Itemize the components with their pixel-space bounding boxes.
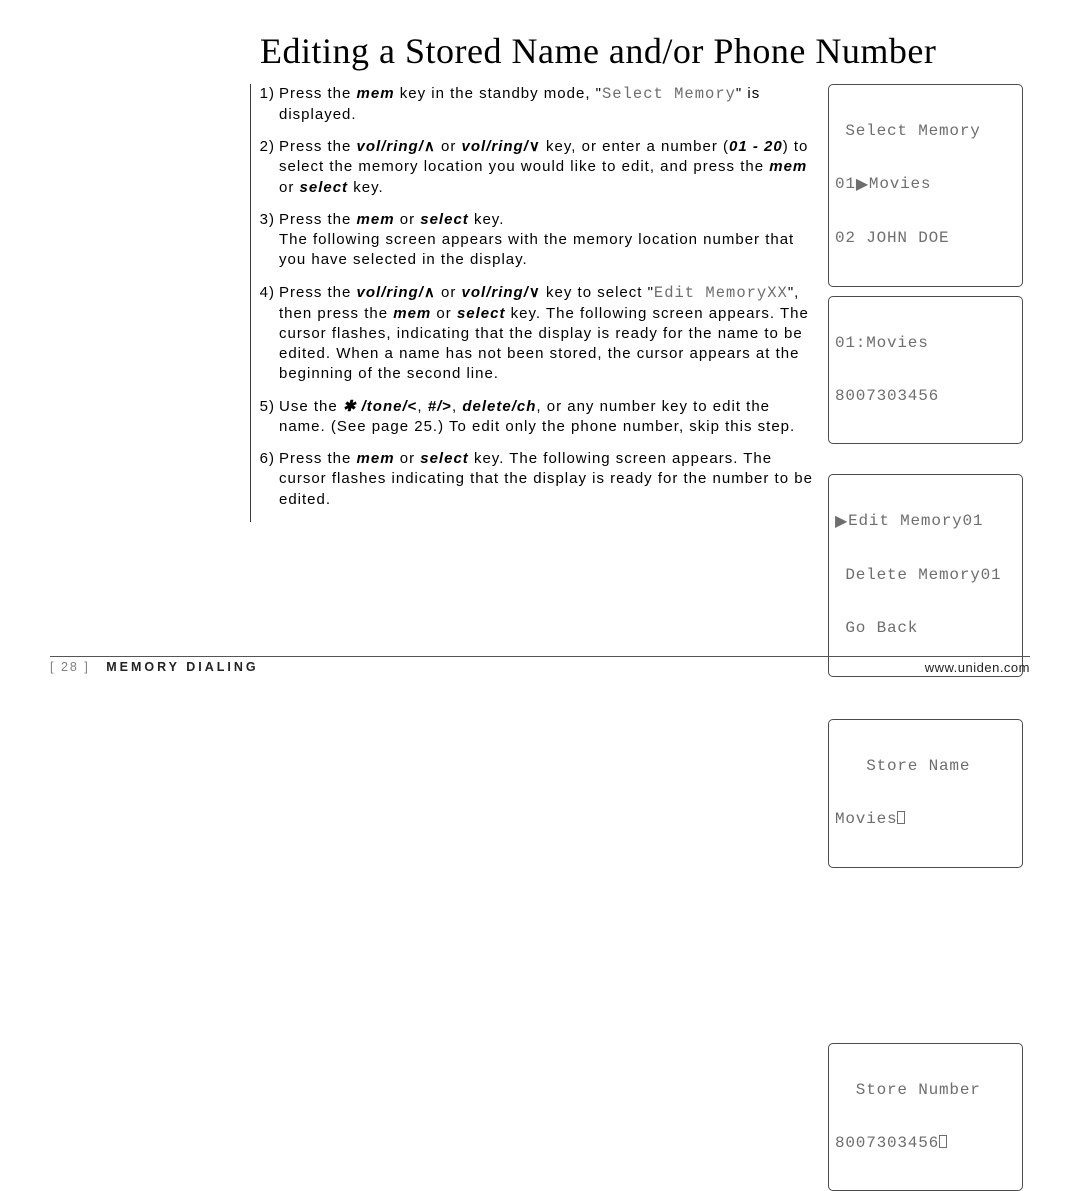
footer-url: www.uniden.com — [925, 660, 1030, 675]
pointer-icon: ▶ — [856, 177, 869, 195]
cursor-icon — [939, 1135, 947, 1148]
pointer-icon: ▶ — [835, 514, 848, 532]
step-num: 4) — [259, 283, 279, 385]
step-5: 5) Use the ✱ /tone/<, #/>, delete/ch, or… — [259, 397, 820, 438]
lcd-entry: 01:Movies 8007303456 — [828, 296, 1023, 445]
section-name: MEMORY DIALING — [106, 660, 258, 674]
step-4: 4) Press the vol/ring/∧ or vol/ring/∨ ke… — [259, 283, 820, 385]
step-2: 2) Press the vol/ring/∧ or vol/ring/∨ ke… — [259, 137, 820, 198]
display-column: Select Memory 01▶Movies 02 JOHN DOE 01:M… — [828, 84, 1028, 1191]
instructions-column: 1) Press the mem key in the standby mode… — [250, 84, 820, 522]
page-number: [ 28 ] — [50, 660, 90, 674]
step-1: 1) Press the mem key in the standby mode… — [259, 84, 820, 125]
step-num: 3) — [259, 210, 279, 271]
lcd-edit-menu: ▶Edit Memory01 Delete Memory01 Go Back — [828, 474, 1023, 677]
step-num: 5) — [259, 397, 279, 438]
step-num: 1) — [259, 84, 279, 125]
step-6: 6) Press the mem or select key. The foll… — [259, 449, 820, 510]
page-footer: [ 28 ] MEMORY DIALING www.uniden.com — [50, 656, 1030, 675]
step-num: 6) — [259, 449, 279, 510]
page-title: Editing a Stored Name and/or Phone Numbe… — [260, 30, 1030, 72]
lcd-select-memory: Select Memory 01▶Movies 02 JOHN DOE — [828, 84, 1023, 287]
step-3: 3) Press the mem or select key. The foll… — [259, 210, 820, 271]
lcd-store-number: Store Number 8007303456 — [828, 1043, 1023, 1191]
cursor-icon — [897, 811, 905, 824]
star-icon: ✱ — [343, 398, 357, 415]
lcd-store-name: Store Name Movies — [828, 719, 1023, 868]
step-num: 2) — [259, 137, 279, 198]
